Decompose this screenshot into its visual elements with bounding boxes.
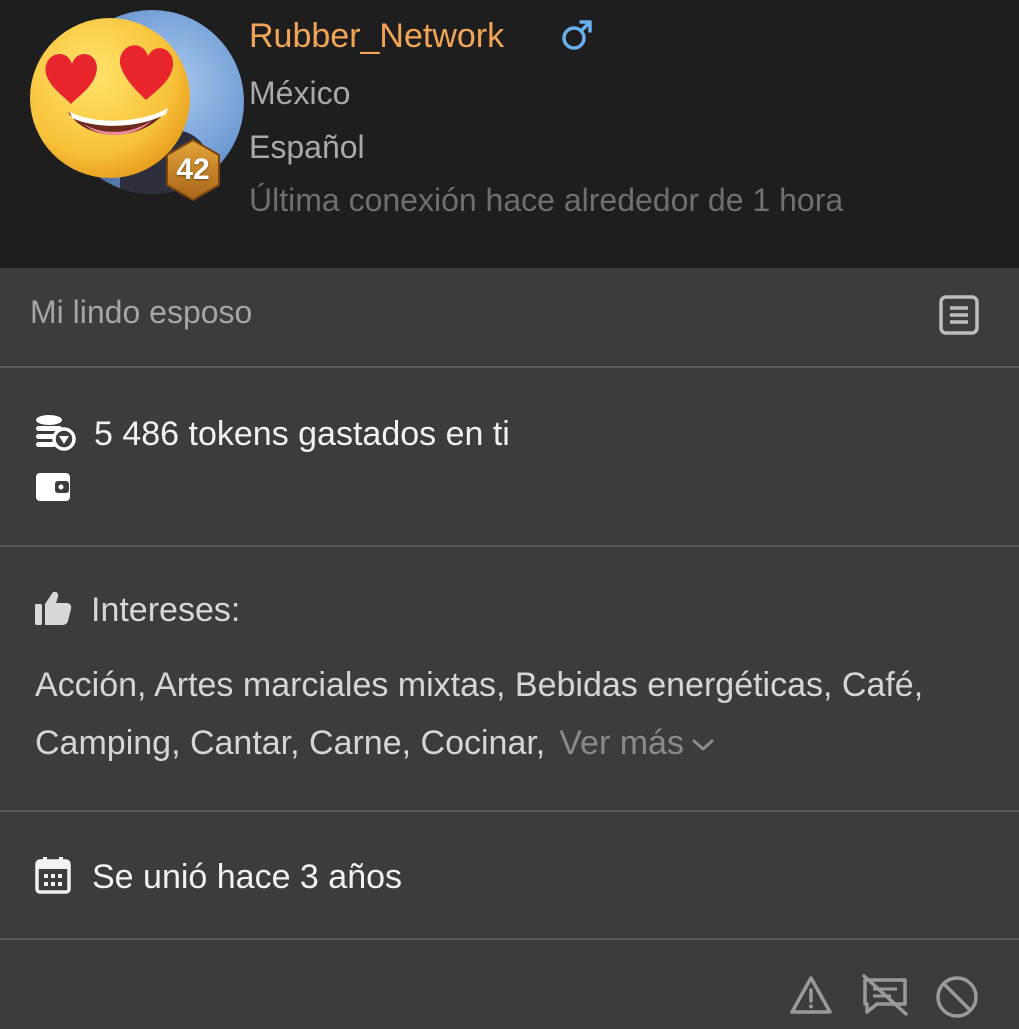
bio-row: Mi lindo esposo (0, 268, 1019, 366)
notes-icon[interactable] (938, 294, 980, 336)
avatar[interactable]: 42 (28, 8, 244, 202)
country: México (249, 75, 351, 111)
joined-date: Se unió hace 3 años (92, 858, 403, 896)
interests-values: Acción, Artes marciales mixtas, Bebidas … (35, 666, 924, 762)
wallet-icon[interactable] (35, 472, 71, 502)
level-number: 42 (176, 153, 210, 186)
report-icon[interactable] (789, 975, 833, 1015)
block-icon[interactable] (934, 974, 980, 1020)
username[interactable]: Rubber_Network (249, 14, 504, 58)
block-messages-icon[interactable] (861, 974, 909, 1016)
coins-icon (36, 415, 76, 451)
chevron-down-icon[interactable] (690, 736, 716, 754)
see-more-button[interactable]: Ver más (559, 724, 716, 762)
tokens-row (0, 366, 1019, 546)
see-more-label[interactable]: Ver más (559, 724, 684, 762)
tokens-spent: 5 486 tokens gastados en ti (94, 415, 510, 453)
thumbs-up-icon (35, 591, 72, 625)
level-badge: 42 (164, 138, 222, 202)
bio-text: Mi lindo esposo (30, 294, 253, 330)
male-icon (562, 20, 592, 50)
last-seen: Última conexión hace alrededor de 1 hora (249, 182, 844, 218)
interests-label: Intereses: (91, 591, 241, 629)
calendar-icon (35, 857, 71, 894)
language: Español (249, 129, 365, 165)
interests-list: Acción, Artes marciales mixtas, Bebidas … (35, 656, 965, 772)
